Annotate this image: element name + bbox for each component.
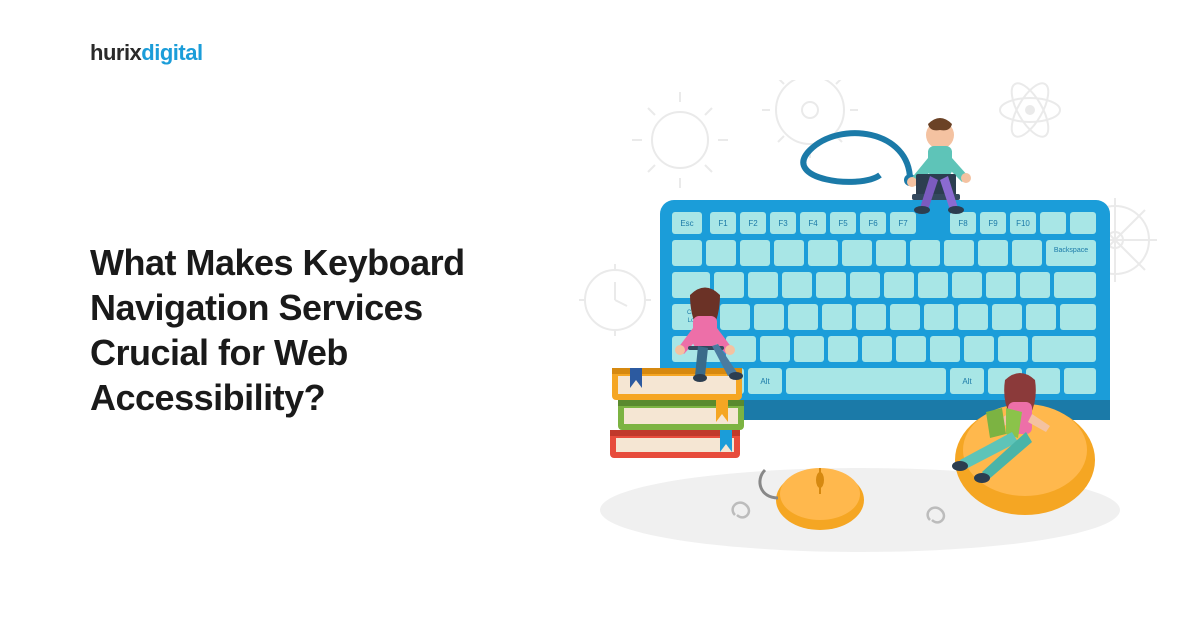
books-stack-icon	[610, 368, 744, 458]
hero-illustration: Esc F1 F2 F3 F4 F5 F6 F7 F8 F9 F10	[560, 80, 1160, 580]
svg-text:F10: F10	[1016, 219, 1030, 228]
svg-text:F2: F2	[748, 219, 758, 228]
svg-text:F3: F3	[778, 219, 788, 228]
svg-text:Backspace: Backspace	[1054, 247, 1088, 254]
svg-text:F4: F4	[808, 219, 818, 228]
person-laptop-icon	[907, 118, 971, 214]
svg-text:F1: F1	[718, 219, 728, 228]
svg-text:F6: F6	[868, 219, 878, 228]
svg-text:F7: F7	[898, 219, 908, 228]
logo-text-part1: hurix	[90, 40, 141, 65]
brand-logo: hurixdigital	[90, 40, 203, 66]
svg-text:Alt: Alt	[760, 377, 770, 386]
logo-text-part2: digital	[141, 40, 202, 65]
svg-text:F8: F8	[958, 219, 968, 228]
svg-text:F9: F9	[988, 219, 998, 228]
svg-text:F5: F5	[838, 219, 848, 228]
svg-text:Esc: Esc	[680, 219, 693, 228]
svg-text:Alt: Alt	[962, 377, 972, 386]
page-headline: What Makes Keyboard Navigation Services …	[90, 240, 550, 420]
